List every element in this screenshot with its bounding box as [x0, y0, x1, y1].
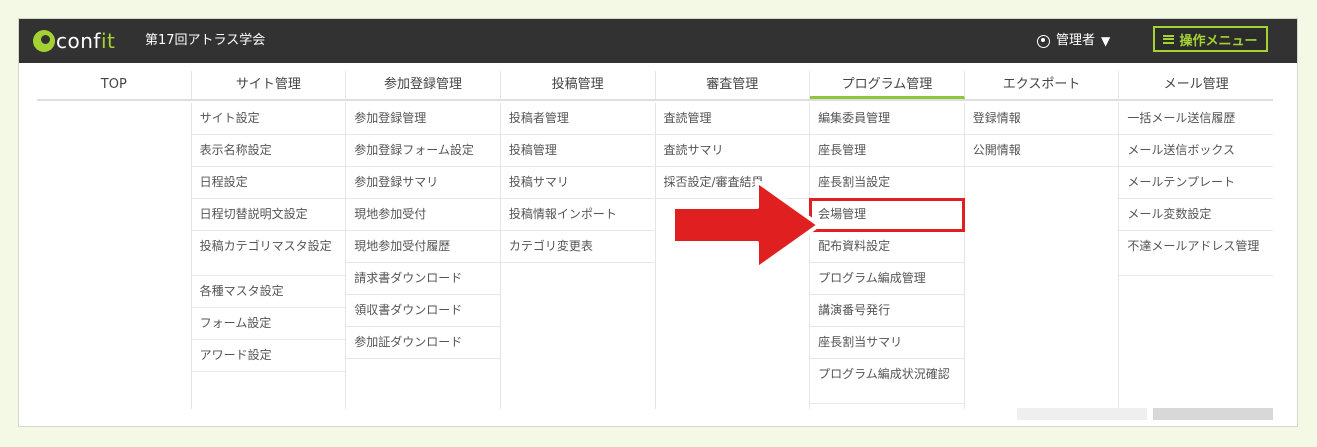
- operation-menu-button[interactable]: 操作メニュー: [1153, 26, 1268, 52]
- menu-item[interactable]: 各種マスタ設定: [191, 276, 346, 308]
- menu-item[interactable]: 編集委員管理: [810, 103, 964, 135]
- dropdown-menu: サイト設定 表示名称設定 日程設定 日程切替説明文設定 投稿カテゴリマスタ設定 …: [37, 103, 1273, 409]
- top-bar: confit 第17回アトラス学会 管理者 ▼ 操作メニュー: [19, 19, 1297, 63]
- column-submission: 投稿者管理 投稿管理 投稿サマリ 投稿情報インポート カテゴリ変更表: [500, 103, 656, 409]
- column-export: 登録情報 公開情報: [964, 103, 1120, 409]
- tab-submission[interactable]: 投稿管理: [501, 71, 656, 99]
- tab-program[interactable]: プログラム管理: [810, 71, 965, 99]
- menu-item[interactable]: 座長管理: [810, 135, 964, 167]
- menu-item[interactable]: 日程設定: [191, 167, 346, 199]
- menu-item[interactable]: 座長割当設定: [810, 167, 964, 199]
- menu-item[interactable]: 公開情報: [964, 135, 1119, 167]
- menu-item[interactable]: 投稿者管理: [500, 103, 655, 135]
- menu-item[interactable]: 参加証ダウンロード: [346, 327, 500, 359]
- menu-item[interactable]: プログラム編成管理: [810, 263, 964, 295]
- menu-item[interactable]: 現地参加受付履歴: [346, 231, 500, 263]
- menu-item[interactable]: 査読管理: [655, 103, 810, 135]
- menu-item[interactable]: カテゴリ変更表: [500, 231, 655, 263]
- red-arrow-annotation-icon: [671, 179, 821, 271]
- menu-item-venue-highlighted[interactable]: 会場管理: [809, 198, 965, 232]
- tab-site[interactable]: サイト管理: [192, 71, 347, 99]
- menu-item[interactable]: 投稿サマリ: [500, 167, 655, 199]
- menu-item[interactable]: 座長割当サマリ: [810, 327, 964, 359]
- tab-top[interactable]: TOP: [37, 71, 192, 99]
- main-nav: TOP サイト管理 参加登録管理 投稿管理 審査管理 プログラム管理 エクスポー…: [37, 71, 1273, 101]
- column-program: 編集委員管理 座長管理 座長割当設定 会場管理 配布資料設定 プログラム編成管理…: [809, 103, 965, 409]
- menu-item[interactable]: 日程切替説明文設定: [191, 199, 346, 231]
- menu-item[interactable]: 投稿カテゴリマスタ設定: [191, 231, 346, 276]
- tab-mail[interactable]: メール管理: [1119, 71, 1273, 99]
- app-frame: confit 第17回アトラス学会 管理者 ▼ 操作メニュー TOP サイト管理…: [18, 18, 1298, 427]
- menu-item[interactable]: サイト設定: [191, 103, 346, 135]
- user-icon: [1037, 34, 1050, 48]
- menu-item[interactable]: プログラム編成状況確認: [810, 359, 964, 404]
- tab-review[interactable]: 審査管理: [656, 71, 811, 99]
- column-top: [37, 103, 192, 409]
- menu-item[interactable]: 参加登録フォーム設定: [346, 135, 500, 167]
- menu-item[interactable]: メール変数設定: [1119, 199, 1273, 231]
- menu-item[interactable]: 不達メールアドレス管理: [1119, 231, 1273, 276]
- caret-down-icon: ▼: [1101, 34, 1111, 48]
- operation-menu-label: 操作メニュー: [1179, 33, 1258, 49]
- column-site: サイト設定 表示名称設定 日程設定 日程切替説明文設定 投稿カテゴリマスタ設定 …: [191, 103, 347, 409]
- confit-logo[interactable]: confit: [33, 26, 115, 56]
- logo-text-suffix: it: [100, 29, 116, 53]
- menu-item[interactable]: 投稿情報インポート: [500, 199, 655, 231]
- tab-export[interactable]: エクスポート: [965, 71, 1120, 99]
- menu-item[interactable]: アワード設定: [191, 340, 346, 372]
- column-registration: 参加登録管理 参加登録フォーム設定 参加登録サマリ 現地参加受付 現地参加受付履…: [346, 103, 501, 409]
- menu-item[interactable]: 講演番号発行: [810, 295, 964, 327]
- menu-item[interactable]: 請求書ダウンロード: [346, 263, 500, 295]
- menu-item[interactable]: 査読サマリ: [655, 135, 810, 167]
- menu-item[interactable]: 参加登録サマリ: [346, 167, 500, 199]
- background-button-edge: [1153, 408, 1273, 420]
- column-mail: 一括メール送信履歴 メール送信ボックス メールテンプレート メール変数設定 不達…: [1119, 103, 1273, 409]
- admin-label: 管理者: [1056, 33, 1096, 48]
- logo-text-prefix: conf: [56, 29, 101, 53]
- hamburger-icon: [1163, 34, 1175, 44]
- menu-item[interactable]: 領収書ダウンロード: [346, 295, 500, 327]
- menu-item[interactable]: フォーム設定: [191, 308, 346, 340]
- logo-mark-icon: [33, 30, 55, 52]
- conference-name: 第17回アトラス学会: [145, 33, 266, 48]
- menu-item[interactable]: メールテンプレート: [1119, 167, 1273, 199]
- tab-registration[interactable]: 参加登録管理: [346, 71, 501, 99]
- menu-item[interactable]: 現地参加受付: [346, 199, 500, 231]
- menu-item[interactable]: メール送信ボックス: [1119, 135, 1273, 167]
- menu-item[interactable]: 参加登録管理: [346, 103, 500, 135]
- menu-item[interactable]: 一括メール送信履歴: [1119, 103, 1273, 135]
- admin-menu[interactable]: 管理者 ▼: [1037, 19, 1110, 63]
- menu-item[interactable]: 配布資料設定: [810, 231, 964, 263]
- menu-item[interactable]: 表示名称設定: [191, 135, 346, 167]
- menu-item[interactable]: 投稿管理: [500, 135, 655, 167]
- background-button-edge: [1017, 408, 1147, 420]
- menu-item[interactable]: 登録情報: [964, 103, 1119, 135]
